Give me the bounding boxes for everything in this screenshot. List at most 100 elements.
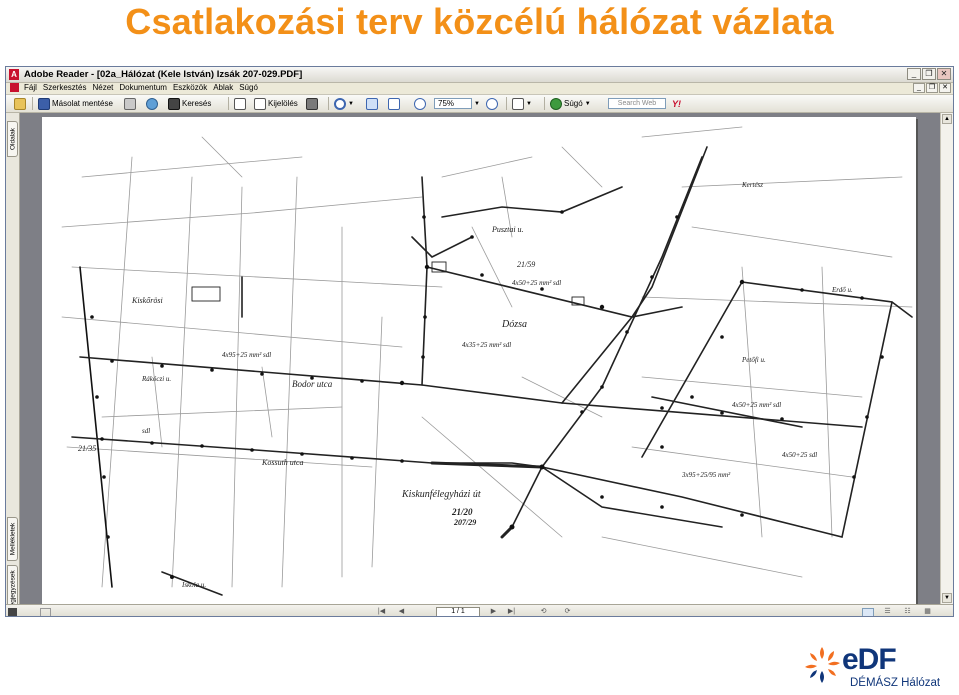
help-icon [550, 97, 562, 110]
menu-window[interactable]: Ablak [213, 82, 233, 94]
menu-tools[interactable]: Eszközök [173, 82, 207, 94]
page-thumbnail-icon[interactable] [8, 608, 17, 616]
window-controls: _ ❐ ✕ [907, 68, 951, 80]
edf-demasz-logo: eDF DÉMÁSZ Hálózat [804, 643, 954, 693]
fit-width-button[interactable] [388, 97, 402, 110]
chevron-down-icon: ▼ [348, 100, 354, 107]
print-button[interactable] [124, 97, 138, 110]
drawing-label: 3x95+25/95 mm² [681, 471, 731, 479]
drawing-label: 207/29 [453, 518, 476, 527]
save-copy-label: Másolat mentése [52, 99, 113, 108]
drawing-label: 4x50+25 mm² sdl [732, 401, 781, 409]
window-titlebar[interactable]: A Adobe Reader - [02a_Hálózat (Kele Istv… [6, 67, 953, 83]
drawing-label: Rákóczi u. [141, 375, 171, 383]
edf-sun-icon [805, 647, 840, 683]
doc-minimize-button[interactable]: _ [913, 83, 925, 93]
hand-tool-button[interactable] [234, 97, 248, 110]
zoom-dropdown[interactable]: ▼ [474, 97, 480, 110]
continuous-facing-icon[interactable]: ☷ [902, 607, 913, 616]
drawing-label: Kertész [741, 181, 763, 189]
menu-edit[interactable]: Szerkesztés [43, 82, 87, 94]
go-forward-button[interactable]: ⟳ [562, 607, 573, 616]
search-web-input[interactable]: Search Web [608, 98, 666, 109]
menu-help[interactable]: Súgó [239, 82, 258, 94]
zoom-in-button[interactable] [486, 97, 500, 110]
actual-size-button[interactable] [366, 97, 380, 110]
pages-icon [512, 97, 524, 110]
scroll-up-icon[interactable]: ▲ [942, 114, 952, 124]
drawing-label: 4x95+25 mm² sdl [222, 351, 271, 359]
drawing-label: 4x50+25 mm² sdl [512, 279, 561, 287]
text-select-icon [254, 97, 266, 110]
close-button[interactable]: ✕ [937, 68, 951, 80]
zoom-level-select[interactable]: 75% [434, 98, 472, 109]
chevron-down-icon: ▼ [474, 100, 480, 107]
folder-icon [14, 97, 26, 110]
printer-icon [124, 97, 136, 110]
help-button[interactable]: Súgó ▼ [550, 97, 591, 110]
navigation-panel: Oldalak Mellékletek Megjegyzések [6, 113, 20, 616]
zoom-out-button[interactable] [414, 97, 428, 110]
doc-restore-button[interactable]: ❐ [926, 83, 938, 93]
rotate-button[interactable]: ▼ [512, 97, 532, 110]
email-icon [146, 97, 158, 110]
document-icon [10, 83, 19, 92]
go-back-button[interactable]: ⟲ [538, 607, 549, 616]
camera-icon [306, 97, 318, 110]
drawing-label: 21/59 [517, 260, 535, 269]
tab-attachments[interactable]: Mellékletek [7, 517, 18, 561]
plus-circle-icon [486, 97, 498, 110]
open-button[interactable] [14, 97, 28, 110]
minimize-button[interactable]: _ [907, 68, 921, 80]
toolbar: Másolat mentése Keresés Kijelölés ▼ 75% … [6, 95, 953, 113]
snapshot-button[interactable] [306, 97, 320, 110]
vertical-scrollbar[interactable]: ▲ ▼ [940, 113, 953, 604]
drawing-label: Iskola u. [181, 581, 206, 589]
restore-button[interactable]: ❐ [922, 68, 936, 80]
navigation-bar: |◀ ◀ 1 / 1 ▶ ▶| ⟲ ⟳ ☰ ☷ ▦ [6, 604, 953, 616]
drawing-label: Kiskőrösi [131, 296, 163, 305]
menu-document[interactable]: Dokumentum [119, 82, 167, 94]
slide-title: Csatlakozási terv közcélú hálózat vázlat… [125, 1, 834, 42]
drawing-label: Petőfi u. [741, 356, 766, 364]
drawing-label: Erdő u. [831, 286, 853, 294]
drawing-label: 21/35 [78, 444, 96, 453]
zoom-tool-button[interactable]: ▼ [334, 97, 354, 110]
zoom-in-icon [334, 97, 346, 110]
actual-size-icon [366, 97, 378, 110]
select-tool-button[interactable]: Kijelölés [254, 97, 298, 110]
fit-width-icon [388, 97, 400, 110]
menu-file[interactable]: Fájl [24, 82, 37, 94]
single-page-icon[interactable] [862, 608, 874, 616]
help-label: Súgó [564, 99, 583, 108]
save-copy-button[interactable]: Másolat mentése [38, 97, 113, 110]
save-icon [38, 97, 50, 110]
page-size-icon [40, 608, 51, 616]
tab-pages[interactable]: Oldalak [7, 121, 18, 157]
page-number-field[interactable]: 1 / 1 [436, 607, 480, 616]
email-button[interactable] [146, 97, 160, 110]
logo-subtitle: DÉMÁSZ Hálózat [850, 677, 941, 689]
yahoo-button[interactable]: Y! [672, 97, 681, 110]
search-button[interactable]: Keresés [168, 97, 211, 110]
continuous-icon[interactable]: ☰ [882, 607, 893, 616]
drawing-label: Pusztai u. [491, 225, 524, 234]
doc-close-button[interactable]: ✕ [939, 83, 951, 93]
menu-view[interactable]: Nézet [92, 82, 113, 94]
document-view[interactable]: Bodor utca Kiskunfélegyházi út Pusztai u… [20, 113, 942, 604]
scroll-down-icon[interactable]: ▼ [942, 593, 952, 603]
next-page-button[interactable]: ▶ [488, 607, 499, 616]
drawing-label: Dózsa [501, 319, 527, 330]
first-page-button[interactable]: |◀ [376, 607, 387, 616]
last-page-button[interactable]: ▶| [506, 607, 517, 616]
hand-icon [234, 97, 246, 110]
search-label: Keresés [182, 99, 212, 108]
window-title: Adobe Reader - [02a_Hálózat (Kele István… [24, 69, 303, 80]
chevron-down-icon: ▼ [526, 100, 532, 107]
menu-bar: Fájl Szerkesztés Nézet Dokumentum Eszköz… [6, 82, 953, 95]
drawing-label: 4x50+25 sdl [782, 451, 817, 459]
edf-brand: eDF [842, 643, 897, 676]
facing-icon[interactable]: ▦ [922, 607, 933, 616]
previous-page-button[interactable]: ◀ [396, 607, 407, 616]
drawing-label: sdl [142, 427, 150, 435]
